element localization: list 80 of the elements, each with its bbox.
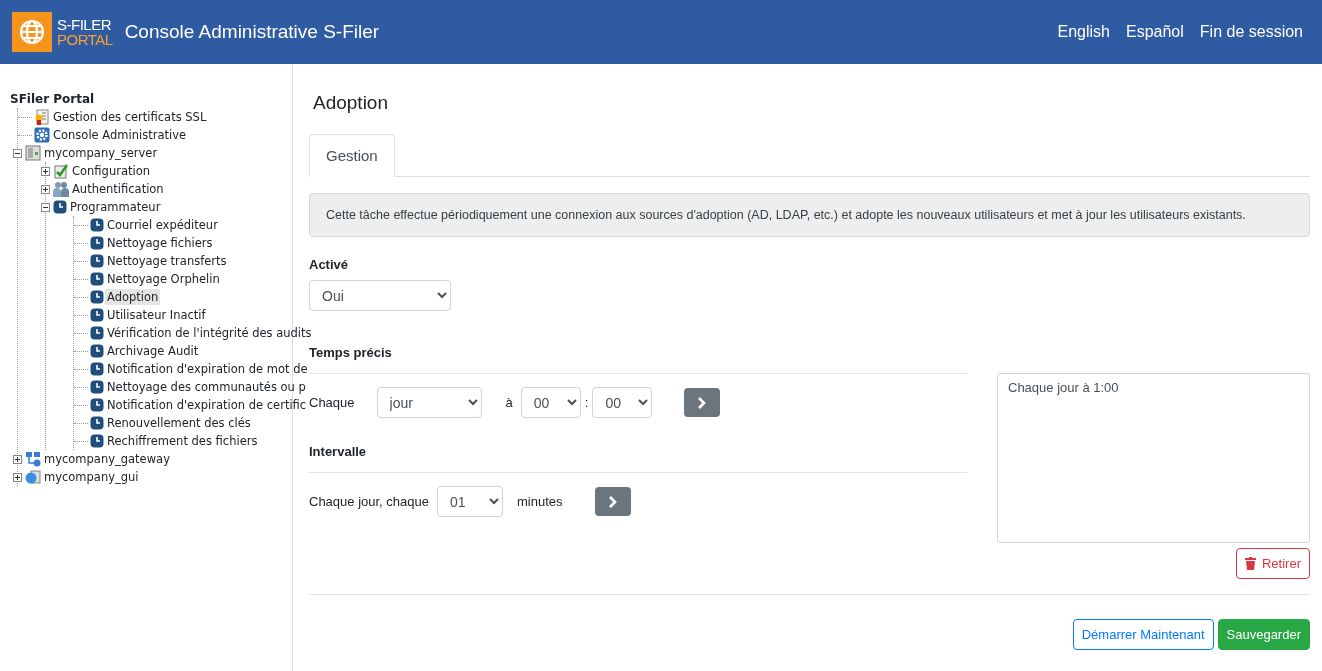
tree-item[interactable]: Gestion des certificats SSL <box>51 109 209 125</box>
tree-item[interactable]: Adoption <box>105 289 161 305</box>
clock-icon <box>90 344 104 358</box>
certificate-icon <box>34 109 50 125</box>
clock-icon <box>90 380 104 394</box>
hour-select[interactable]: 00 <box>520 387 581 418</box>
tree-item[interactable]: Nettoyage transferts <box>105 253 229 269</box>
collapse-icon[interactable] <box>13 148 22 158</box>
users-icon <box>53 181 69 197</box>
server-icon <box>25 145 41 161</box>
tree-item[interactable]: Nettoyage Orphelin <box>105 271 222 287</box>
clock-icon <box>90 272 104 286</box>
trash-icon <box>1245 557 1256 570</box>
add-button[interactable] <box>594 487 631 516</box>
remove-button[interactable]: Retirer <box>1236 548 1310 579</box>
schedule-textarea[interactable]: Chaque jour à 1:00 <box>997 373 1310 543</box>
tree-item[interactable]: Utilisateur Inactif <box>105 307 208 323</box>
clock-icon <box>90 398 104 412</box>
clock-icon <box>90 434 104 448</box>
section-heading: Temps précis <box>309 345 393 360</box>
globe-icon <box>12 12 52 52</box>
tree-item[interactable]: Rechiffrement des fichiers <box>105 433 260 449</box>
clock-icon <box>90 326 104 340</box>
tree-item[interactable]: mycompany_gateway <box>42 451 172 467</box>
tree-item[interactable]: Nettoyage fichiers <box>105 235 215 251</box>
clock-icon <box>90 236 104 250</box>
clock-icon <box>53 200 67 214</box>
clock-icon <box>90 308 104 322</box>
chevron-icon <box>697 395 708 410</box>
logo-text: S-FILER <box>57 17 112 32</box>
tab[interactable]: Gestion <box>309 134 395 177</box>
expand-icon[interactable] <box>41 166 50 176</box>
tree-item[interactable]: Renouvellement des clés <box>105 415 253 431</box>
separator-text: : <box>584 395 589 410</box>
tree-item[interactable]: Nettoyage des communautés ou p <box>105 379 308 395</box>
app-title: Console Administrative S-Filer <box>124 21 381 43</box>
clock-icon <box>90 218 104 232</box>
tree-item[interactable]: mycompany_gui <box>42 469 141 485</box>
section-heading: Intervalle <box>309 444 368 459</box>
field-label: Chaque <box>309 395 355 410</box>
expand-icon[interactable] <box>13 454 22 464</box>
collapse-icon[interactable] <box>41 202 50 212</box>
description-alert: Cette tâche effectue périodiquement une connexion aux sources d'adoption (AD, LDAP, etc.) et adopte les nouveaux utilisateurs et met à jour les utilisateurs existants. <box>309 193 1310 237</box>
header-link[interactable]: Fin de session <box>1199 23 1303 41</box>
tree-item[interactable]: Authentification <box>70 181 166 197</box>
interval-select[interactable]: 01 <box>437 486 503 517</box>
clock-icon <box>90 290 104 304</box>
tree-item[interactable]: mycompany_server <box>42 145 160 161</box>
tree-root[interactable]: SFiler Portal <box>8 90 95 108</box>
enabled-select[interactable]: Oui <box>309 280 451 311</box>
add-button[interactable] <box>684 388 721 417</box>
header-link[interactable]: English <box>1057 23 1110 41</box>
tree-item[interactable]: Console Administrative <box>51 127 188 143</box>
clock-icon <box>90 362 104 376</box>
expand-icon[interactable] <box>13 472 22 482</box>
tree-item[interactable]: Notification d'expiration de mot de <box>105 361 310 377</box>
field-label: Chaque jour, chaque <box>309 494 429 509</box>
minute-select[interactable]: 00 <box>592 387 653 418</box>
expand-icon[interactable] <box>41 184 50 194</box>
tree-item[interactable]: Courriel expéditeur <box>105 217 220 233</box>
tree-item[interactable]: Programmateur <box>68 199 163 215</box>
field-label: minutes <box>517 494 563 509</box>
tree-item[interactable]: Archivage Audit <box>105 343 201 359</box>
globe-page-icon <box>25 469 41 485</box>
start-now-button[interactable]: Démarrer Maintenant <box>1072 619 1214 650</box>
tree-item[interactable]: Vérification de l'intégrité des audits <box>105 325 314 341</box>
logo-text: PORTAL <box>57 32 113 47</box>
network-icon <box>25 451 41 467</box>
clock-icon <box>90 254 104 268</box>
clock-icon <box>90 416 104 430</box>
chevron-icon <box>607 494 618 509</box>
header-link[interactable]: Español <box>1126 23 1184 41</box>
tree-item[interactable]: Notification d'expiration de certific <box>105 397 309 413</box>
field-label: à <box>505 395 513 410</box>
tree-item[interactable]: Configuration <box>70 163 152 179</box>
field-label: Activé <box>309 257 350 272</box>
gear-icon <box>34 127 50 143</box>
unit-select[interactable]: jour <box>376 387 482 418</box>
checklist-icon <box>53 163 69 179</box>
page-title: Adoption <box>313 92 389 114</box>
